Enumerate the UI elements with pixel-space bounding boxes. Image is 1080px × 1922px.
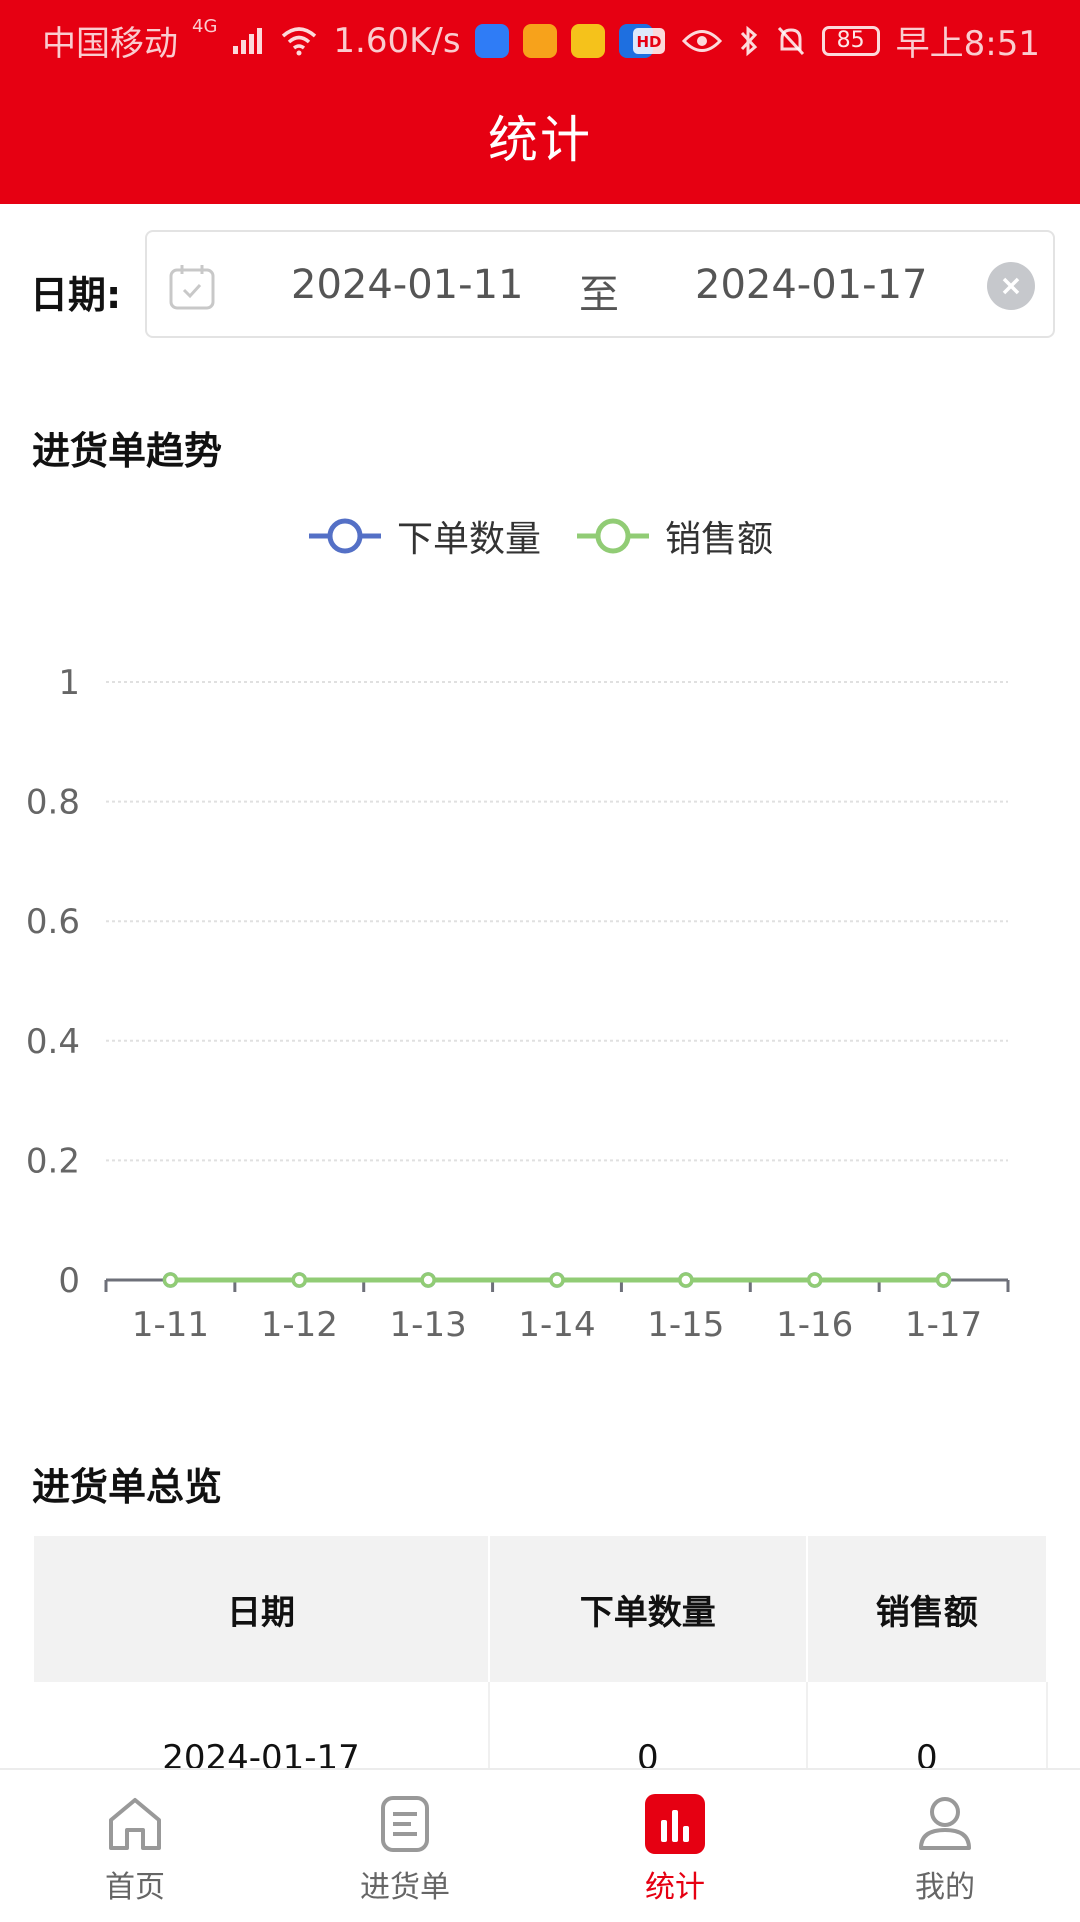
nav-label-home: 首页 bbox=[105, 1870, 165, 1905]
calendar-icon bbox=[167, 262, 217, 316]
nav-label-profile: 我的 bbox=[915, 1870, 975, 1905]
data-point bbox=[806, 1272, 823, 1288]
status-bar: 中国移动 4G 1.60K/s HD 85 早上8:51 bbox=[0, 0, 1080, 76]
legend-label-orders: 下单数量 bbox=[396, 519, 541, 560]
app-notification-icon-2 bbox=[522, 23, 557, 58]
data-point bbox=[549, 1272, 565, 1288]
status-bar-right: HD 85 早上8:51 bbox=[632, 16, 1040, 65]
data-point bbox=[420, 1272, 436, 1288]
close-icon bbox=[1002, 277, 1020, 295]
y-tick-label: 1 bbox=[58, 663, 80, 703]
hd-icon: HD bbox=[632, 27, 666, 55]
page-title: 统计 bbox=[488, 111, 592, 169]
overview-title: 进货单总览 bbox=[32, 1465, 223, 1509]
bar-chart-icon bbox=[645, 1794, 705, 1854]
app-notification-icon-1 bbox=[474, 23, 509, 58]
column-header-sales: 销售额 bbox=[806, 1536, 1049, 1682]
nav-label-statistics: 统计 bbox=[645, 1870, 705, 1905]
battery-icon: 85 bbox=[821, 25, 880, 56]
battery-level: 85 bbox=[836, 28, 865, 53]
nav-item-orders[interactable]: 进货单 bbox=[270, 1770, 540, 1922]
date-separator: 至 bbox=[579, 272, 619, 318]
nav-item-home[interactable]: 首页 bbox=[0, 1770, 270, 1922]
trend-title: 进货单趋势 bbox=[32, 429, 223, 473]
date-filter: 日期: 2024-01-11 至 2024-01-17 bbox=[0, 230, 1080, 342]
date-range-picker[interactable]: 2024-01-11 至 2024-01-17 bbox=[145, 230, 1055, 338]
legend-item-sales[interactable]: 销售额 bbox=[575, 510, 773, 562]
y-tick-label: 0 bbox=[58, 1261, 80, 1301]
bottom-navigation: 首页 进货单 统计 我的 bbox=[0, 1768, 1080, 1922]
nav-item-statistics[interactable]: 统计 bbox=[540, 1770, 810, 1922]
start-date-input[interactable]: 2024-01-11 bbox=[291, 262, 523, 308]
data-point bbox=[935, 1272, 952, 1288]
x-tick-label: 1-16 bbox=[776, 1305, 853, 1345]
bluetooth-icon bbox=[738, 25, 760, 57]
network-type: 4G bbox=[192, 16, 218, 37]
wifi-icon bbox=[279, 26, 319, 56]
document-list-icon bbox=[381, 1796, 429, 1852]
y-tick-label: 0.8 bbox=[26, 783, 80, 823]
end-date-input[interactable]: 2024-01-17 bbox=[695, 262, 927, 308]
chart-legend: 下单数量 销售额 bbox=[0, 510, 1080, 562]
app-header: 中国移动 4G 1.60K/s HD 85 早上8:51 统计 bbox=[0, 0, 1080, 204]
home-icon bbox=[109, 1798, 161, 1850]
legend-marker-orders bbox=[308, 518, 381, 554]
date-label: 日期: bbox=[30, 273, 122, 317]
legend-item-orders[interactable]: 下单数量 bbox=[307, 510, 541, 562]
x-tick-label: 1-13 bbox=[390, 1305, 467, 1345]
eye-icon bbox=[681, 28, 722, 54]
clear-date-button[interactable] bbox=[987, 262, 1035, 310]
user-icon bbox=[919, 1797, 971, 1850]
nav-item-profile[interactable]: 我的 bbox=[810, 1770, 1080, 1922]
network-speed: 1.60K/s bbox=[333, 20, 461, 61]
y-tick-label: 0.6 bbox=[26, 902, 80, 942]
signal-icon bbox=[231, 26, 265, 56]
clock: 早上8:51 bbox=[895, 24, 1040, 64]
data-point bbox=[291, 1272, 308, 1288]
x-tick-label: 1-11 bbox=[132, 1305, 209, 1345]
status-bar-left: 中国移动 4G 1.60K/s bbox=[42, 16, 653, 65]
y-tick-label: 0.2 bbox=[26, 1141, 80, 1181]
column-header-order-count: 下单数量 bbox=[489, 1536, 808, 1682]
nav-label-orders: 进货单 bbox=[360, 1870, 450, 1905]
data-point bbox=[678, 1272, 694, 1288]
legend-label-sales: 销售额 bbox=[665, 519, 774, 560]
x-tick-label: 1-17 bbox=[905, 1305, 982, 1345]
carrier-name: 中国移动 bbox=[42, 24, 178, 64]
table-header-row: 日期 下单数量 销售额 bbox=[34, 1536, 1049, 1682]
app-notification-icon-3 bbox=[570, 23, 605, 58]
legend-marker-sales bbox=[577, 518, 649, 554]
x-tick-label: 1-15 bbox=[647, 1305, 724, 1345]
svg-text:HD: HD bbox=[636, 33, 661, 51]
x-tick-label: 1-12 bbox=[261, 1305, 338, 1345]
data-point bbox=[162, 1272, 179, 1288]
trend-line-chart: 0 0.2 0.4 0.6 0.8 1 1-11 1-12 1-13 1-14 1-15 1-16 1-… bbox=[26, 663, 1010, 1345]
column-header-date: 日期 bbox=[34, 1536, 490, 1682]
mute-bell-icon bbox=[776, 25, 806, 57]
y-tick-label: 0.4 bbox=[26, 1022, 80, 1062]
x-tick-label: 1-14 bbox=[518, 1305, 595, 1345]
